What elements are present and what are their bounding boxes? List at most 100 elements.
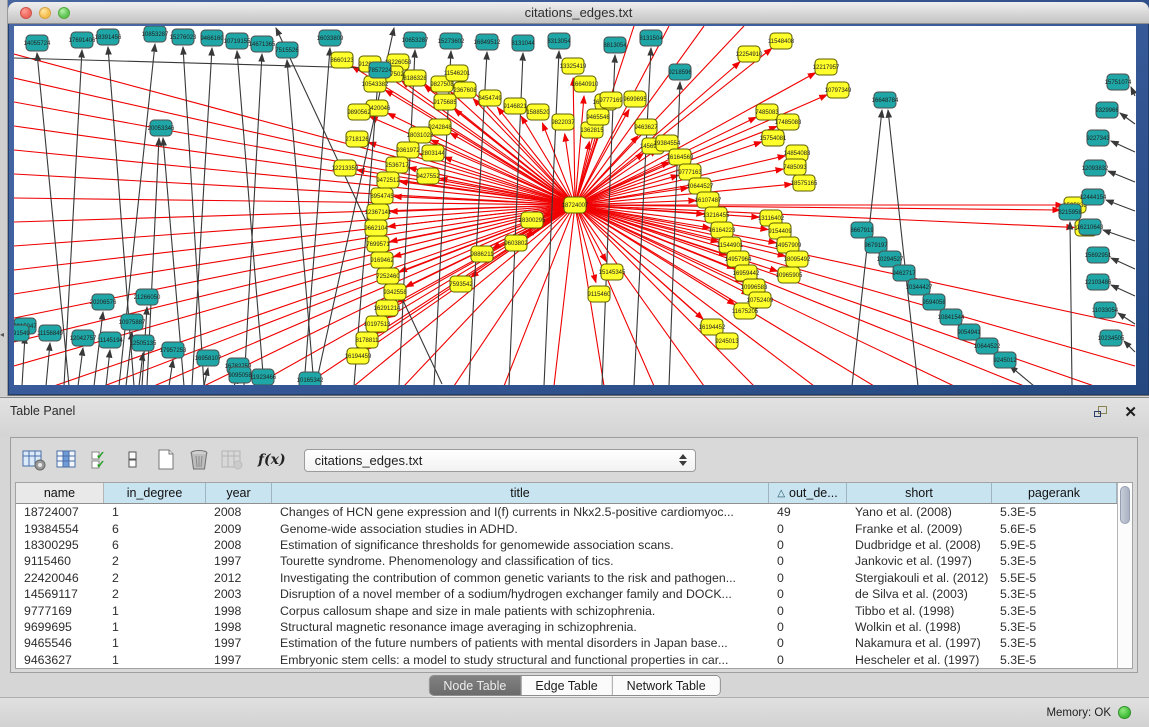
network-node[interactable]: 8813054 (603, 37, 627, 53)
network-node[interactable]: 9146821 (503, 98, 527, 114)
network-node[interactable]: 9662104 (364, 220, 388, 236)
network-node[interactable]: 8313054 (547, 33, 571, 49)
table-row[interactable]: 969969511998Structural magnetic resonanc… (16, 619, 1117, 635)
network-node[interactable]: 14671365 (249, 36, 276, 52)
network-node[interactable]: 9227343 (1086, 130, 1110, 146)
network-node[interactable]: 10344427 (906, 279, 933, 295)
table-row[interactable]: 946554611997Estimation of the future num… (16, 635, 1117, 651)
network-node[interactable]: 20053346 (148, 120, 175, 136)
network-node[interactable]: 11145194 (97, 332, 123, 348)
network-node[interactable]: 12217957 (813, 59, 840, 75)
column-header-out-degree[interactable]: △out_de... (769, 483, 847, 503)
network-node[interactable]: 14055724 (24, 35, 51, 51)
network-node[interactable]: 9169462 (370, 252, 394, 268)
network-node[interactable]: 10752409 (747, 292, 774, 308)
network-node[interactable]: 2536717 (385, 157, 409, 173)
close-panel-icon[interactable]: ✕ (1124, 406, 1137, 419)
network-node[interactable]: 7485083 (755, 104, 779, 120)
column-header-pagerank[interactable]: pagerank (992, 483, 1117, 503)
network-node[interactable]: 9886211 (471, 246, 495, 262)
network-node[interactable]: 16033809 (317, 30, 344, 46)
network-node[interactable]: 10853287 (142, 26, 169, 42)
network-node[interactable]: 9391549 (14, 325, 30, 341)
network-node[interactable]: 15751074 (1105, 74, 1132, 90)
table-select-dropdown[interactable]: citations_edges.txt (304, 449, 696, 472)
network-node[interactable]: 17957253 (160, 342, 187, 358)
network-node[interactable]: 16958107 (195, 350, 222, 366)
network-node[interactable]: 16291214 (374, 300, 401, 316)
network-node[interactable]: 10975887 (119, 314, 146, 330)
row-mode-icon[interactable] (120, 447, 146, 473)
network-node[interactable]: 12254910 (736, 46, 763, 62)
network-node[interactable]: 2367608 (453, 82, 477, 98)
select-all-icon[interactable]: ✓✓ (87, 447, 113, 473)
network-node[interactable]: 10644522 (974, 338, 1001, 354)
new-column-icon[interactable] (153, 447, 179, 473)
network-node[interactable]: 11923466 (250, 369, 277, 385)
network-node[interactable]: 2718126 (345, 131, 369, 147)
network-node[interactable]: 13325419 (560, 58, 587, 74)
network-node[interactable]: 9777169 (599, 92, 623, 108)
network-node[interactable]: 7485093 (783, 159, 807, 175)
network-node[interactable]: 9472512 (376, 172, 400, 188)
splitter-arrow-icon[interactable]: ◂ (0, 330, 4, 339)
network-node[interactable]: 13216455 (703, 207, 730, 223)
network-node[interactable]: 7252460 (376, 268, 400, 284)
network-node[interactable]: 16107487 (695, 192, 722, 208)
network-node[interactable]: 16210643 (1077, 219, 1104, 235)
network-node[interactable]: 10197513 (364, 316, 391, 332)
network-node[interactable]: 11033054 (1092, 302, 1119, 318)
tab-node-table[interactable]: Node Table (429, 676, 521, 695)
network-node[interactable]: 9245013 (715, 333, 739, 349)
network-node[interactable]: 7699571 (366, 236, 390, 252)
function-builder-icon[interactable]: f(x) (258, 452, 286, 468)
network-view-window[interactable]: citations_edges.txt 86601239129457182260… (8, 2, 1149, 395)
network-node[interactable]: 15276023 (170, 29, 197, 45)
table-row[interactable]: 1456911722003Disruption of a novel membe… (16, 586, 1117, 602)
table-row[interactable]: 977716911998Corpus callosum shape and si… (16, 602, 1117, 618)
network-node[interactable]: 9465546 (586, 109, 610, 125)
network-node[interactable]: 8215958 (1058, 204, 1082, 220)
network-node[interactable]: 8954745 (370, 188, 394, 204)
network-node[interactable]: 9594058 (922, 294, 946, 310)
network-node[interactable]: 9115460 (588, 286, 612, 302)
network-node[interactable]: 12367141 (365, 204, 392, 220)
tab-edge-table[interactable]: Edge Table (521, 676, 612, 695)
network-node[interactable]: 11548408 (768, 33, 795, 49)
network-node[interactable]: 7515526 (275, 42, 299, 58)
network-node[interactable]: 9342558 (383, 284, 407, 300)
network-node[interactable]: 10234505 (1098, 330, 1125, 346)
network-node[interactable]: 12444154 (1080, 189, 1107, 205)
column-header-in-degree[interactable]: in_degree (104, 483, 206, 503)
network-node[interactable]: 12103486 (1085, 274, 1112, 290)
network-node[interactable]: 9175685 (433, 94, 457, 110)
network-node[interactable]: 8660123 (330, 52, 354, 68)
float-panel-icon[interactable] (1094, 406, 1108, 419)
table-row[interactable]: 911546021997Tourette syndrome. Phenomeno… (16, 553, 1117, 569)
network-node[interactable]: 7593542 (449, 276, 473, 292)
network-node[interactable]: 9361972 (396, 142, 420, 158)
network-node[interactable]: 15145345 (599, 264, 626, 280)
column-header-name[interactable]: name (16, 483, 104, 503)
network-node[interactable]: 17485083 (775, 114, 802, 130)
network-node[interactable]: 8454749 (478, 90, 502, 106)
network-node[interactable]: 10841544 (938, 309, 965, 325)
table-row[interactable]: 1872400712008Changes of HCN gene express… (16, 504, 1117, 520)
network-node[interactable]: 12505135 (130, 335, 157, 351)
network-node[interactable]: 11156849 (37, 325, 63, 341)
column-header-short[interactable]: short (847, 483, 992, 503)
network-node[interactable]: 20206576 (90, 294, 117, 310)
window-titlebar[interactable]: citations_edges.txt (8, 2, 1149, 24)
network-canvas[interactable]: 8660123912945718226058912750281863281054… (14, 26, 1136, 385)
network-node[interactable]: 15692951 (1085, 247, 1112, 263)
network-node[interactable]: 8131044 (511, 35, 535, 51)
scrollbar-thumb[interactable] (1120, 486, 1130, 524)
network-node[interactable]: 9466160 (200, 30, 224, 46)
network-node[interactable]: 21266050 (134, 289, 161, 305)
network-node[interactable]: 9822037 (551, 114, 575, 130)
network-node[interactable]: 15273602 (438, 33, 465, 49)
network-node[interactable]: 16648784 (872, 92, 899, 108)
network-node[interactable]: 9603802 (504, 235, 528, 251)
column-header-title[interactable]: title (272, 483, 769, 503)
network-node[interactable]: 9245012 (993, 352, 1017, 368)
